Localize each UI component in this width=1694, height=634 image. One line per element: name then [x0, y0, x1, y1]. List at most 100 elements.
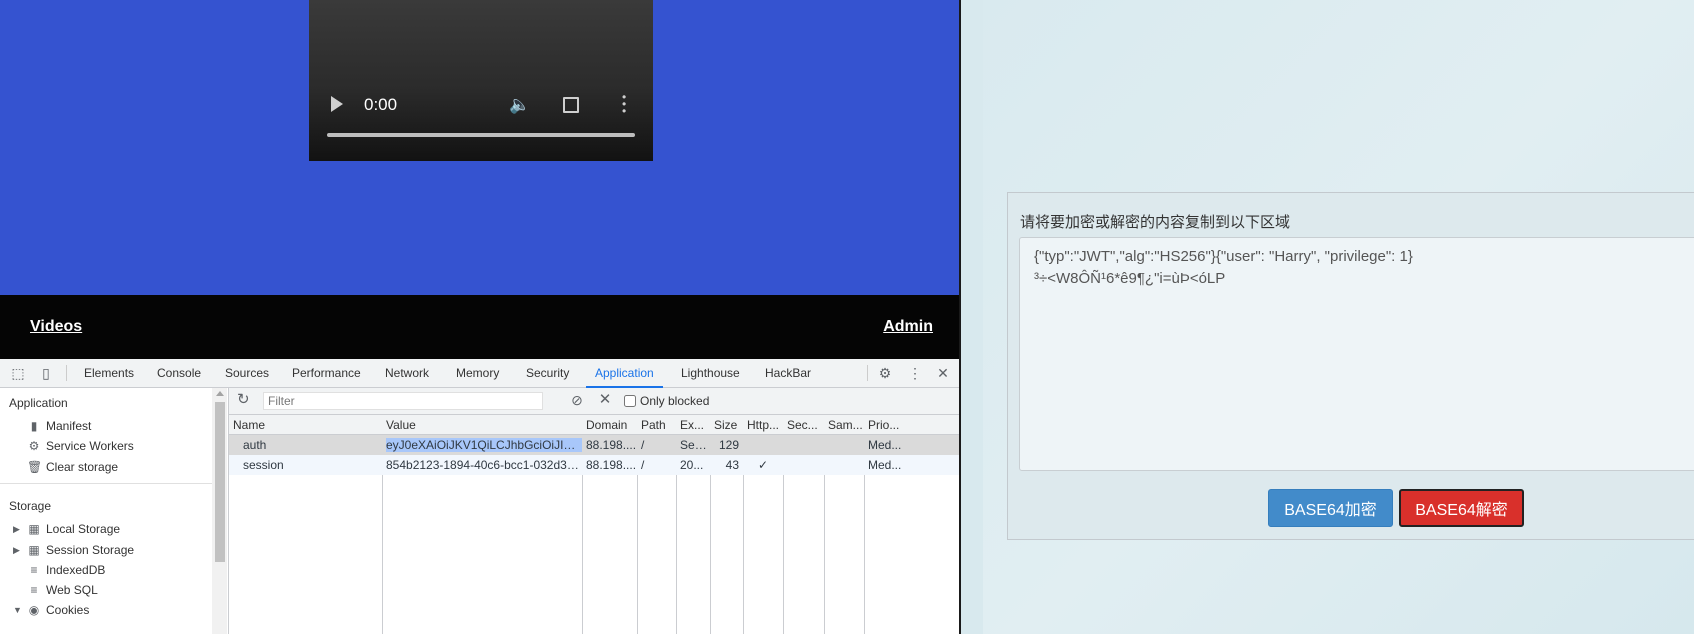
collapse-arrow-icon[interactable]: ▼	[13, 601, 23, 619]
cookie-domain: 88.198....	[586, 458, 637, 472]
tab-console[interactable]: Console	[157, 359, 201, 387]
video-player[interactable]: 0:00 🔈 • • •	[309, 0, 653, 161]
column-header-httponly[interactable]: Http...	[743, 415, 783, 435]
sidebar-item-indexeddb[interactable]: ≡ IndexedDB	[27, 561, 105, 579]
tab-security[interactable]: Security	[526, 359, 569, 387]
sidebar-item-label: Manifest	[46, 419, 92, 433]
base64-decode-button[interactable]: BASE64解密	[1399, 489, 1524, 527]
cookie-expires: 20...	[680, 458, 704, 472]
video-progress-track[interactable]	[327, 133, 635, 137]
column-header-samesite[interactable]: Sam...	[824, 415, 864, 435]
base64-content-textarea[interactable]: {"typ":"JWT","alg":"HS256"}{"user": "Har…	[1019, 237, 1694, 471]
database-icon: ≡	[30, 563, 38, 577]
tab-elements[interactable]: Elements	[84, 359, 134, 387]
delete-selected-icon[interactable]: ✕	[597, 392, 613, 408]
only-blocked-label: Only blocked	[640, 394, 710, 408]
cookies-panel: ↻ ⊘ ✕ Only blocked Name Value Domain P	[229, 388, 959, 634]
document-icon: ▮	[30, 419, 38, 433]
video-time: 0:00	[364, 95, 398, 114]
expand-arrow-icon[interactable]: ▶	[13, 541, 23, 559]
tab-memory[interactable]: Memory	[456, 359, 499, 387]
volume-icon[interactable]: 🔈	[509, 96, 530, 114]
play-icon[interactable]	[331, 96, 343, 112]
sidebar-item-label: Cookies	[46, 603, 90, 617]
sidebar-item-label: Service Workers	[46, 439, 134, 453]
column-header-priority[interactable]: Prio...	[864, 415, 959, 435]
settings-gear-icon[interactable]: ⚙	[877, 365, 893, 381]
grid-icon: ▦	[28, 522, 40, 536]
sidebar-item-session-storage[interactable]: ▶ ▦ Session Storage	[13, 541, 135, 559]
cookie-value[interactable]: 854b2123-1894-40c6-bcc1-032d3a...	[382, 455, 582, 475]
sidebar-item-cookies[interactable]: ▼ ◉ Cookies	[13, 601, 90, 619]
column-header-value[interactable]: Value	[382, 415, 582, 435]
cookie-samesite	[824, 455, 864, 475]
tab-hackbar[interactable]: HackBar	[765, 359, 811, 387]
refresh-icon[interactable]: ↻	[237, 392, 253, 408]
tab-lighthouse[interactable]: Lighthouse	[681, 359, 740, 387]
cookie-icon: ◉	[28, 603, 40, 617]
base64-instruction-label: 请将要加密或解密的内容复制到以下区域	[1020, 214, 1291, 231]
divider	[66, 365, 67, 381]
sidebar-item-manifest[interactable]: ▮ Manifest	[27, 417, 92, 435]
table-row[interactable]: auth eyJ0eXAiOiJKV1QiLCJhbGciOiJIUzI1...…	[229, 435, 959, 455]
sidebar-item-local-storage[interactable]: ▶ ▦ Local Storage	[13, 520, 121, 538]
browser-page: 0:00 🔈 • • • Videos Admin ⬚ ▯ Elements Con…	[0, 0, 959, 634]
divider	[0, 483, 212, 484]
more-options-icon[interactable]: ⋮	[907, 365, 923, 381]
database-icon: ≡	[30, 583, 38, 597]
tab-application[interactable]: Application	[586, 359, 663, 388]
devtools-tab-bar: ⬚ ▯ Elements Console Sources Performance…	[0, 359, 959, 388]
cookie-size: 43	[725, 458, 739, 472]
tab-network[interactable]: Network	[385, 359, 429, 387]
cookie-domain: 88.198....	[586, 438, 637, 452]
trash-icon: 🗑	[27, 460, 43, 474]
sidebar-item-label: Local Storage	[46, 522, 121, 536]
divider	[867, 365, 868, 381]
scroll-up-arrow-icon[interactable]	[216, 391, 224, 396]
column-header-path[interactable]: Path	[637, 415, 676, 435]
column-header-name[interactable]: Name	[229, 415, 382, 435]
cookie-value-text: eyJ0eXAiOiJKV1QiLCJhbGciOiJIUzI1...	[386, 438, 582, 452]
sidebar-item-label: Web SQL	[46, 583, 98, 597]
column-header-size[interactable]: Size	[710, 415, 743, 435]
column-header-expires[interactable]: Ex...	[676, 415, 710, 435]
fullscreen-icon[interactable]	[563, 97, 579, 113]
column-header-secure[interactable]: Sec...	[783, 415, 824, 435]
cookie-size: 129	[718, 438, 739, 452]
table-row[interactable]: session 854b2123-1894-40c6-bcc1-032d3a..…	[229, 455, 959, 475]
column-header-domain[interactable]: Domain	[582, 415, 637, 435]
inspect-element-icon[interactable]: ⬚	[10, 365, 26, 381]
close-devtools-icon[interactable]: ✕	[935, 365, 951, 381]
nav-bar: Videos Admin	[0, 295, 959, 359]
cookie-name: session	[243, 458, 284, 472]
cookie-priority: Med...	[868, 438, 902, 452]
cookie-value[interactable]: eyJ0eXAiOiJKV1QiLCJhbGciOiJIUzI1...	[382, 435, 582, 455]
cookie-secure	[783, 435, 824, 455]
sidebar-header-application: Application	[9, 396, 68, 410]
sidebar-item-service-workers[interactable]: ⚙ Service Workers	[27, 437, 134, 455]
nav-link-videos[interactable]: Videos	[30, 318, 82, 336]
tab-sources[interactable]: Sources	[225, 359, 269, 387]
sidebar-item-web-sql[interactable]: ≡ Web SQL	[27, 581, 98, 599]
application-sidebar: Application ▮ Manifest ⚙ Service Workers 🗑…	[0, 388, 229, 634]
sidebar-scrollbar[interactable]	[212, 388, 227, 634]
gear-icon: ⚙	[28, 439, 40, 453]
device-toolbar-icon[interactable]: ▯	[38, 365, 54, 381]
cookie-path: /	[641, 458, 645, 472]
nav-link-admin[interactable]: Admin	[883, 318, 933, 336]
more-options-icon[interactable]: • • •	[622, 91, 626, 117]
only-blocked-checkbox[interactable]: Only blocked	[624, 393, 709, 409]
tab-performance[interactable]: Performance	[292, 359, 361, 387]
expand-arrow-icon[interactable]: ▶	[13, 520, 23, 538]
checkbox[interactable]	[624, 395, 636, 407]
base64-encode-button[interactable]: BASE64加密	[1268, 489, 1393, 527]
sidebar-item-clear-storage[interactable]: 🗑 Clear storage	[27, 458, 118, 476]
scrollbar-thumb[interactable]	[215, 402, 225, 562]
page-hero: 0:00 🔈 • • •	[0, 0, 959, 295]
cookie-httponly: ✓	[757, 458, 769, 472]
clear-all-cookies-icon[interactable]: ⊘	[569, 392, 585, 408]
sidebar-header-storage: Storage	[9, 499, 52, 513]
cookie-filter-input[interactable]	[263, 392, 543, 410]
sidebar-item-label: Session Storage	[46, 543, 135, 557]
window-divider[interactable]	[959, 0, 961, 634]
